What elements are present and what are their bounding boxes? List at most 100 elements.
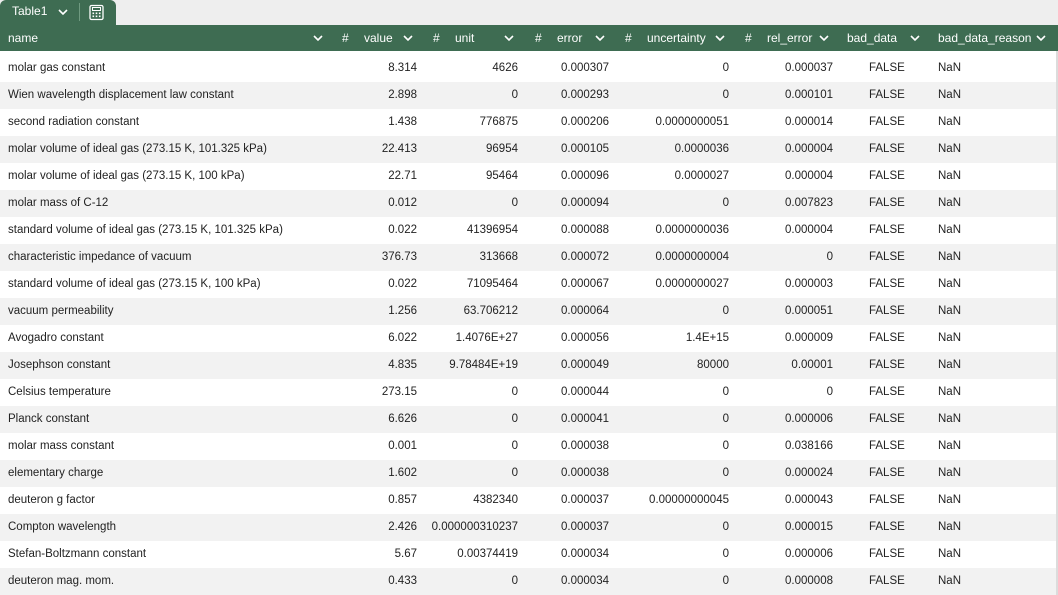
cell-name[interactable]: deuteron g factor xyxy=(8,487,95,514)
table-row[interactable]: molar gas constant 8.314 4626 0.000307 0 0.00… xyxy=(0,55,1058,82)
cell-bad-data-reason[interactable]: NaN xyxy=(938,433,961,460)
chevron-down-icon[interactable] xyxy=(502,31,516,45)
cell-unit[interactable]: 4626 xyxy=(492,55,518,82)
cell-bad-data-reason[interactable]: NaN xyxy=(938,460,961,487)
cell-unit[interactable]: 776875 xyxy=(480,109,518,136)
cell-bad-data[interactable]: FALSE xyxy=(869,190,905,217)
cell-name[interactable]: molar gas constant xyxy=(8,55,105,82)
cell-error[interactable]: 0.000041 xyxy=(561,406,609,433)
table-row[interactable]: molar mass of C-12 0.012 0 0.000094 0 0.00782… xyxy=(0,190,1058,217)
cell-bad-data[interactable]: FALSE xyxy=(869,271,905,298)
cell-unit[interactable]: 0.00374419 xyxy=(457,541,518,568)
cell-bad-data[interactable]: FALSE xyxy=(869,352,905,379)
cell-bad-data-reason[interactable]: NaN xyxy=(938,82,961,109)
cell-bad-data-reason[interactable]: NaN xyxy=(938,271,961,298)
cell-value[interactable]: 6.626 xyxy=(388,406,417,433)
cell-unit[interactable]: 313668 xyxy=(480,244,518,271)
cell-uncertainty[interactable]: 0 xyxy=(723,433,729,460)
cell-value[interactable]: 0.022 xyxy=(388,271,417,298)
cell-bad-data[interactable]: FALSE xyxy=(869,298,905,325)
cell-bad-data-reason[interactable]: NaN xyxy=(938,406,961,433)
cell-name[interactable]: Stefan-Boltzmann constant xyxy=(8,541,146,568)
cell-uncertainty[interactable]: 0 xyxy=(723,568,729,595)
cell-bad-data[interactable]: FALSE xyxy=(869,109,905,136)
cell-name[interactable]: vacuum permeability xyxy=(8,298,113,325)
cell-error[interactable]: 0.000044 xyxy=(561,379,609,406)
cell-rel-error[interactable]: 0.000009 xyxy=(785,325,833,352)
cell-bad-data-reason[interactable]: NaN xyxy=(938,568,961,595)
cell-name[interactable]: molar mass constant xyxy=(8,433,114,460)
chevron-down-icon[interactable] xyxy=(311,31,325,45)
cell-name[interactable]: Josephson constant xyxy=(8,352,110,379)
cell-value[interactable]: 5.67 xyxy=(395,541,417,568)
cell-error[interactable]: 0.000037 xyxy=(561,487,609,514)
cell-bad-data[interactable]: FALSE xyxy=(869,163,905,190)
cell-unit[interactable]: 41396954 xyxy=(467,217,518,244)
cell-error[interactable]: 0.000096 xyxy=(561,163,609,190)
cell-value[interactable]: 22.413 xyxy=(382,136,417,163)
cell-bad-data-reason[interactable]: NaN xyxy=(938,190,961,217)
chevron-down-icon[interactable] xyxy=(593,31,607,45)
cell-value[interactable]: 4.835 xyxy=(388,352,417,379)
tab-table1[interactable]: Table1 xyxy=(0,0,116,25)
column-header-name[interactable]: name xyxy=(8,25,38,51)
cell-unit[interactable]: 96954 xyxy=(486,136,518,163)
cell-bad-data-reason[interactable]: NaN xyxy=(938,109,961,136)
cell-unit[interactable]: 95464 xyxy=(486,163,518,190)
chevron-down-icon[interactable] xyxy=(817,31,831,45)
cell-uncertainty[interactable]: 0.0000000036 xyxy=(655,217,729,244)
table-row[interactable]: vacuum permeability 1.256 63.706212 0.00006… xyxy=(0,298,1058,325)
cell-unit[interactable]: 9.78484E+19 xyxy=(449,352,518,379)
column-header-bad-data[interactable]: bad_data xyxy=(847,25,897,51)
cell-uncertainty[interactable]: 0.0000000051 xyxy=(655,109,729,136)
chevron-down-icon[interactable] xyxy=(908,31,922,45)
cell-value[interactable]: 273.15 xyxy=(382,379,417,406)
chevron-down-icon[interactable] xyxy=(401,31,415,45)
calculator-icon[interactable] xyxy=(88,4,105,21)
table-row[interactable]: standard volume of ideal gas (273.15 K, … xyxy=(0,271,1058,298)
table-row[interactable]: Wien wavelength displacement law constan… xyxy=(0,82,1058,109)
column-header-uncertainty[interactable]: uncertainty xyxy=(647,25,706,51)
table-row[interactable]: characteristic impedance of vacuum 376.73… xyxy=(0,244,1058,271)
cell-rel-error[interactable]: 0 xyxy=(827,244,833,271)
cell-error[interactable]: 0.000067 xyxy=(561,271,609,298)
cell-name[interactable]: Celsius temperature xyxy=(8,379,111,406)
cell-error[interactable]: 0.000293 xyxy=(561,82,609,109)
cell-error[interactable]: 0.000206 xyxy=(561,109,609,136)
cell-value[interactable]: 2.898 xyxy=(388,82,417,109)
cell-name[interactable]: Wien wavelength displacement law constan… xyxy=(8,82,234,109)
cell-rel-error[interactable]: 0.000004 xyxy=(785,136,833,163)
table-row[interactable]: Avogadro constant 6.022 1.4076E+27 0.000056… xyxy=(0,325,1058,352)
cell-rel-error[interactable]: 0.000101 xyxy=(785,82,833,109)
cell-error[interactable]: 0.000094 xyxy=(561,190,609,217)
cell-bad-data-reason[interactable]: NaN xyxy=(938,352,961,379)
table-row[interactable]: Josephson constant 4.835 9.78484E+19 0.0000… xyxy=(0,352,1058,379)
chevron-down-icon[interactable] xyxy=(56,5,70,19)
table-row[interactable]: Compton wavelength 2.426 0.000000310237 0.0… xyxy=(0,514,1058,541)
table-row[interactable]: molar volume of ideal gas (273.15 K, 101… xyxy=(0,136,1058,163)
cell-bad-data[interactable]: FALSE xyxy=(869,406,905,433)
cell-uncertainty[interactable]: 0 xyxy=(723,514,729,541)
cell-uncertainty[interactable]: 0.0000036 xyxy=(675,136,729,163)
column-header-bad-data-reason[interactable]: bad_data_reason xyxy=(938,25,1031,51)
cell-uncertainty[interactable]: 0 xyxy=(723,460,729,487)
cell-bad-data-reason[interactable]: NaN xyxy=(938,217,961,244)
cell-unit[interactable]: 1.4076E+27 xyxy=(456,325,518,352)
cell-uncertainty[interactable]: 0 xyxy=(723,298,729,325)
cell-bad-data[interactable]: FALSE xyxy=(869,568,905,595)
cell-rel-error[interactable]: 0.000051 xyxy=(785,298,833,325)
table-row[interactable]: deuteron g factor 0.857 4382340 0.000037 0.0… xyxy=(0,487,1058,514)
cell-bad-data-reason[interactable]: NaN xyxy=(938,298,961,325)
cell-bad-data[interactable]: FALSE xyxy=(869,136,905,163)
cell-name[interactable]: molar mass of C-12 xyxy=(8,190,108,217)
cell-name[interactable]: characteristic impedance of vacuum xyxy=(8,244,191,271)
cell-rel-error[interactable]: 0.000037 xyxy=(785,55,833,82)
cell-rel-error[interactable]: 0.000006 xyxy=(785,541,833,568)
cell-error[interactable]: 0.000105 xyxy=(561,136,609,163)
chevron-down-icon[interactable] xyxy=(1034,31,1048,45)
cell-uncertainty[interactable]: 80000 xyxy=(697,352,729,379)
column-header-value[interactable]: value xyxy=(364,25,393,51)
cell-error[interactable]: 0.000038 xyxy=(561,433,609,460)
column-header-error[interactable]: error xyxy=(557,25,582,51)
cell-error[interactable]: 0.000088 xyxy=(561,217,609,244)
